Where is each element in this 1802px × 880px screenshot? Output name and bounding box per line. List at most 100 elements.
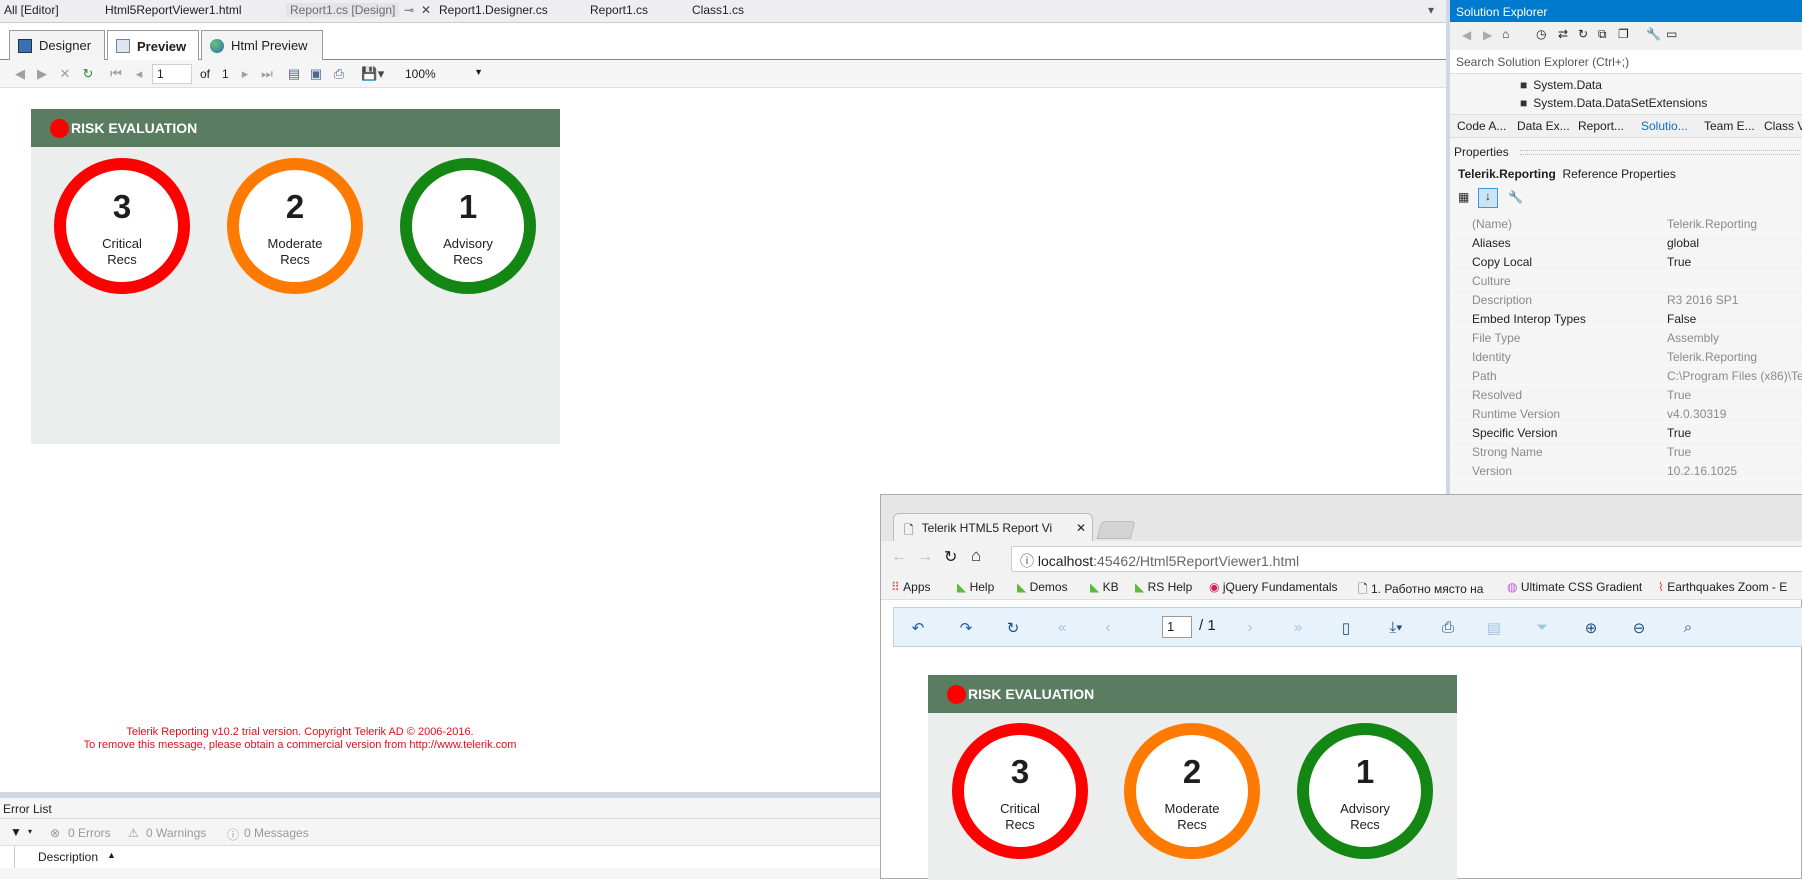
forward-icon[interactable]: ↷ [956, 619, 976, 637]
next-page-icon[interactable]: ▸ [237, 66, 253, 82]
tab-data-explorer[interactable]: Data Ex... [1517, 119, 1570, 133]
info-icon[interactable]: ⓘ [227, 826, 239, 843]
bookmark-css-gradient[interactable]: ◍ Ultimate CSS Gradient [1507, 580, 1642, 594]
property-value[interactable]: True [1667, 388, 1691, 402]
doc-tab-all-editor[interactable]: All [Editor] [4, 3, 59, 17]
reload-icon[interactable]: ↻ [944, 547, 957, 567]
property-pages-icon[interactable]: 🔧 [1508, 190, 1523, 204]
prev-page-icon[interactable]: ◂ [131, 66, 147, 82]
last-page-icon[interactable]: ⏭ [259, 66, 275, 82]
properties-object[interactable]: Telerik.Reporting Reference Properties [1458, 167, 1676, 181]
filter-dropdown-icon[interactable]: ▾ [28, 827, 32, 836]
print-preview-icon[interactable]: ▣ [308, 66, 324, 82]
doc-tab-class1[interactable]: Class1.cs [692, 3, 744, 17]
tab-class-view[interactable]: Class Vi [1764, 119, 1802, 133]
zoom-fit-icon[interactable]: ⌕ [1678, 619, 1698, 636]
property-row[interactable]: Runtime Version v4.0.30319 [1450, 404, 1802, 423]
warnings-count[interactable]: 0 Warnings [146, 826, 206, 840]
bookmark-rabotno-myasto[interactable]: 🗋 1. Работно място на [1358, 580, 1488, 601]
forward-icon[interactable]: ▶ [1483, 28, 1492, 42]
back-icon[interactable]: ◀ [1462, 28, 1471, 42]
first-page-icon[interactable]: ⏮ [108, 66, 124, 82]
tree-item-system-data-datasetextensions[interactable]: ■ System.Data.DataSetExtensions [1520, 96, 1707, 110]
property-value[interactable]: v4.0.30319 [1667, 407, 1726, 421]
zoom-out-icon[interactable]: ⊖ [1629, 619, 1649, 637]
property-row[interactable]: Embed Interop Types False [1450, 309, 1802, 328]
tab-team-explorer[interactable]: Team E... [1704, 119, 1755, 133]
page-setup-icon[interactable]: ▤ [286, 66, 302, 82]
tab-designer[interactable]: Designer [9, 30, 105, 60]
back-icon[interactable]: ← [891, 548, 907, 566]
address-bar[interactable]: ⓘ localhost:45462/Html5ReportViewer1.htm… [1011, 546, 1802, 572]
export-dropdown-icon[interactable]: ▾ [377, 66, 385, 82]
preview-selected-icon[interactable]: ▭ [1666, 27, 1677, 41]
forward-icon[interactable]: → [917, 548, 933, 566]
warning-icon[interactable]: ⚠ [128, 826, 139, 840]
first-page-icon[interactable]: « [1052, 619, 1072, 636]
property-value[interactable]: True [1667, 255, 1691, 269]
doc-tab-report1-designer[interactable]: Report1.Designer.cs [439, 3, 548, 17]
doc-tab-report1-design[interactable]: Report1.cs [Design] [286, 3, 400, 17]
bookmark-rs-help[interactable]: ◣ RS Help [1135, 580, 1192, 594]
export-icon[interactable]: ⤓▾ [1386, 619, 1406, 636]
close-icon[interactable]: ✕ [421, 3, 431, 17]
bookmark-jquery[interactable]: ◉ jQuery Fundamentals [1209, 580, 1338, 594]
bookmark-demos[interactable]: ◣ Demos [1017, 580, 1068, 594]
property-value[interactable]: C:\Program Files (x86)\Tel [1667, 369, 1802, 383]
tab-overflow-icon[interactable]: ▾ [1428, 3, 1434, 17]
categorized-icon[interactable]: ▦ [1458, 190, 1469, 204]
tab-solution-explorer[interactable]: Solutio... [1641, 119, 1688, 133]
bookmark-help[interactable]: ◣ Help [957, 580, 994, 594]
pin-icon[interactable]: ⊸ [404, 3, 414, 17]
property-row[interactable]: File Type Assembly [1450, 328, 1802, 347]
wrench-icon[interactable]: 🔧 [1646, 27, 1661, 41]
zoom-in-icon[interactable]: ⊕ [1581, 619, 1601, 637]
property-value[interactable]: R3 2016 SP1 [1667, 293, 1738, 307]
last-page-icon[interactable]: » [1288, 619, 1308, 636]
bookmark-earthquakes[interactable]: ⌇ Earthquakes Zoom - E [1658, 580, 1802, 594]
property-value[interactable]: True [1667, 426, 1691, 440]
property-row[interactable]: Specific Version True [1450, 423, 1802, 442]
print-icon[interactable]: ⎙ [331, 66, 347, 82]
tab-html-preview[interactable]: Html Preview [201, 30, 323, 60]
property-row[interactable]: Culture [1450, 271, 1802, 290]
tab-report-explorer[interactable]: Report... [1578, 119, 1624, 133]
bookmark-kb[interactable]: ◣ KB [1090, 580, 1119, 594]
stop-icon[interactable]: ✕ [57, 66, 73, 82]
property-row[interactable]: Description R3 2016 SP1 [1450, 290, 1802, 309]
refresh-icon[interactable]: ↻ [1578, 27, 1588, 41]
property-value[interactable]: global [1667, 236, 1699, 250]
tree-item-system-data[interactable]: ■ System.Data [1520, 78, 1602, 92]
new-tab-button[interactable] [1096, 521, 1136, 539]
property-row[interactable]: Strong Name True [1450, 442, 1802, 461]
description-column-header[interactable]: Description [38, 850, 98, 864]
property-row[interactable]: Version 10.2.16.1025 [1450, 461, 1802, 480]
property-value[interactable]: False [1667, 312, 1696, 326]
property-value[interactable]: Telerik.Reporting [1667, 350, 1757, 364]
zoom-select[interactable]: 100% ▼ [400, 64, 488, 84]
alphabetical-icon[interactable]: ↓ [1478, 188, 1498, 208]
property-value[interactable]: True [1667, 445, 1691, 459]
doc-tab-html5reportviewer[interactable]: Html5ReportViewer1.html [105, 3, 242, 17]
property-row[interactable]: (Name) Telerik.Reporting [1450, 214, 1802, 233]
document-map-icon[interactable]: ▤ [1484, 619, 1504, 637]
page-mode-icon[interactable]: ▯ [1336, 619, 1356, 637]
property-value[interactable]: Telerik.Reporting [1667, 217, 1757, 231]
bookmark-apps[interactable]: ⠿ Apps [891, 580, 931, 594]
property-row[interactable]: Identity Telerik.Reporting [1450, 347, 1802, 366]
home-icon[interactable]: ⌂ [1502, 27, 1509, 41]
forward-icon[interactable]: ▶ [34, 66, 50, 82]
property-row[interactable]: Path C:\Program Files (x86)\Tel [1450, 366, 1802, 385]
refresh-icon[interactable]: ↻ [80, 66, 96, 82]
back-icon[interactable]: ◀ [12, 66, 28, 82]
next-page-icon[interactable]: › [1240, 619, 1260, 636]
tab-preview[interactable]: Preview [107, 30, 199, 61]
print-icon[interactable]: ⎙ [1438, 619, 1458, 636]
property-value[interactable]: Assembly [1667, 331, 1719, 345]
sync-icon[interactable]: ⇄ [1558, 27, 1568, 41]
property-row[interactable]: Resolved True [1450, 385, 1802, 404]
show-all-files-icon[interactable]: ❐ [1618, 27, 1629, 41]
property-row[interactable]: Copy Local True [1450, 252, 1802, 271]
errors-count[interactable]: 0 Errors [68, 826, 111, 840]
home-icon[interactable]: ⌂ [971, 546, 981, 566]
